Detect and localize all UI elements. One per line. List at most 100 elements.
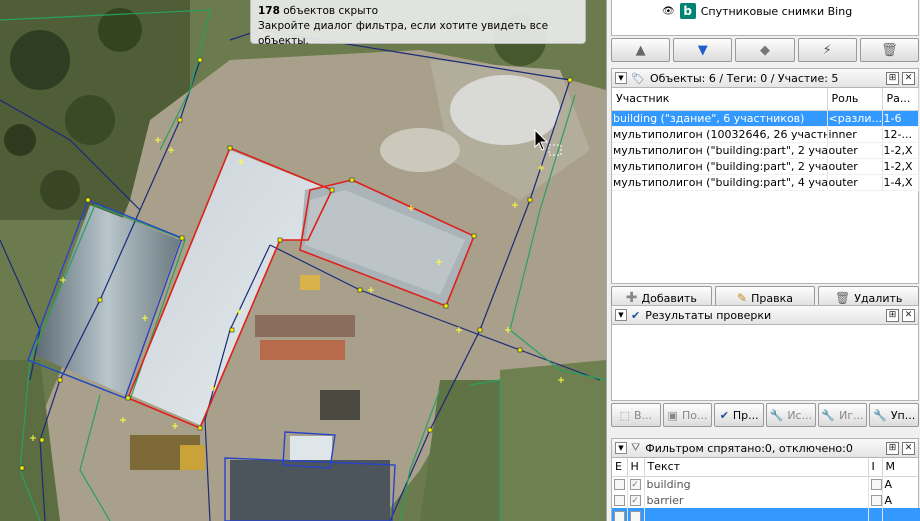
layers-list: 👁 b Спутниковые снимки Bing (611, 0, 919, 36)
close-icon[interactable]: ✕ (902, 308, 915, 322)
enabled-checkbox[interactable] (614, 511, 625, 521)
validate-icon: ✔ (719, 408, 729, 422)
table-row[interactable]: мультиполигон (10032646, 26 участни... i… (612, 126, 919, 143)
move-down-button[interactable]: ▼ (673, 38, 733, 62)
hidden-checkbox[interactable] (629, 511, 641, 521)
checkmark-icon: ✔ (631, 308, 641, 322)
column-header-inverse[interactable]: I (868, 458, 883, 477)
column-header-hidden[interactable]: H (627, 458, 645, 477)
dock-icon[interactable]: ⊞ (886, 71, 899, 85)
column-header-enabled[interactable]: E (612, 458, 628, 477)
sidebar: 👁 b Спутниковые снимки Bing ▲ ▼ ◆ ⚡ 🗑 ▼ … (606, 0, 920, 521)
table-row[interactable]: мультиполигон ("building:part", 2 участ.… (612, 142, 919, 159)
enabled-checkbox[interactable] (614, 495, 625, 506)
column-header-range[interactable]: Ра... (882, 88, 919, 111)
arrow-down-icon: ▼ (697, 42, 708, 58)
member-cell: мультиполигон ("building:part", 4 участ.… (612, 174, 828, 191)
wrench-icon: 🔧 (769, 408, 784, 422)
column-header-member[interactable]: Участник (612, 88, 828, 111)
bing-icon: b (679, 3, 696, 19)
hidden-checkbox[interactable] (629, 479, 641, 491)
filter-mode-cell: A (882, 476, 920, 492)
role-cell: outer (827, 158, 883, 175)
arrow-up-icon: ▲ (635, 42, 646, 58)
validation-panel-title: Результаты проверки (645, 308, 772, 322)
role-cell: inner (827, 126, 883, 143)
layer-label: Спутниковые снимки Bing (700, 4, 853, 18)
column-header-mode[interactable]: M (882, 458, 920, 477)
close-icon[interactable]: ✕ (902, 441, 915, 455)
member-cell: мультиполигон ("building:part", 2 участ.… (612, 158, 828, 175)
move-up-button[interactable]: ▲ (611, 38, 671, 62)
role-cell: outer (827, 142, 883, 159)
relation-panel-header[interactable]: ▼ 🏷 Объекты: 6 / Теги: 0 / Участие: 5 ⊞ … (611, 68, 919, 88)
inverse-checkbox[interactable] (870, 495, 881, 506)
layers-panel: 👁 b Спутниковые снимки Bing ▲ ▼ ◆ ⚡ 🗑 (611, 0, 920, 64)
visibility-button[interactable]: ⚡ (797, 38, 857, 62)
hidden-hint-text: Закройте диалог фильтра, если хотите уви… (258, 20, 549, 47)
zoom-button-label: По... (681, 408, 708, 422)
eye-icon[interactable]: 👁 (662, 6, 675, 17)
fix-button-label: Ис... (787, 408, 813, 422)
range-cell: 1-2,X (882, 142, 919, 159)
fix-button[interactable]: 🔧 Ис... (766, 403, 816, 427)
validate-button[interactable]: ✔ Пр... (714, 403, 765, 427)
enabled-checkbox[interactable] (614, 479, 625, 491)
member-cell: мультиполигон (10032646, 26 участни... (612, 126, 828, 143)
column-header-text[interactable]: Текст (644, 458, 869, 477)
zoom-button[interactable]: ▣ По... (662, 403, 713, 427)
merge-layer-button[interactable]: ◆ (735, 38, 795, 62)
filter-panel-title: Фильтром спрятано:0, отключено:0 (645, 441, 853, 455)
dock-icon[interactable]: ⊞ (886, 441, 899, 455)
collapse-icon[interactable]: ▼ (615, 72, 627, 84)
filter-funnel-icon: ⛛ (631, 441, 641, 454)
validation-panel-header[interactable]: ▼ ✔ Результаты проверки ⊞ ✕ (611, 305, 919, 325)
relation-panel: ▼ 🏷 Объекты: 6 / Теги: 0 / Участие: 5 ⊞ … (611, 68, 920, 312)
select-button[interactable]: ⬚ В... (611, 403, 661, 427)
table-row[interactable]: building ("здание", 6 участников) <разли… (612, 110, 919, 127)
close-icon[interactable]: ✕ (902, 71, 915, 85)
pencil-icon: ✎ (737, 291, 748, 305)
table-row[interactable]: мультиполигон ("building:part", 4 участ.… (612, 174, 919, 191)
dock-icon[interactable]: ⊞ (886, 308, 899, 322)
members-header-row: Участник Роль Ра... (612, 88, 919, 111)
wrench-icon: 🔧 (821, 408, 836, 422)
hidden-count: 178 (258, 5, 280, 17)
inverse-checkbox[interactable] (870, 479, 881, 491)
table-row[interactable] (612, 508, 920, 521)
hidden-objects-tooltip: 178 объектов скрыто Закройте диалог филь… (250, 0, 586, 47)
validation-results (611, 325, 919, 401)
ignore-button[interactable]: 🔧 Иг... (817, 403, 868, 427)
collapse-icon[interactable]: ▼ (615, 309, 627, 321)
hidden-checkbox[interactable] (629, 495, 641, 506)
member-cell: building ("здание", 6 участников) (612, 110, 828, 127)
delete-button-label: Удалить (854, 291, 903, 305)
delete-layer-button[interactable]: 🗑 (859, 38, 920, 62)
add-button-label: Добавить (641, 291, 697, 305)
select-button-label: В... (634, 408, 653, 422)
wrench-icon: 🔧 (873, 408, 887, 422)
validation-panel: ▼ ✔ Результаты проверки ⊞ ✕ ⬚ В... ▣ По...… (611, 305, 920, 429)
range-cell: 1-2,X (882, 158, 919, 175)
hidden-count-text: объектов скрыто (279, 5, 379, 17)
range-cell: 12-... (882, 126, 919, 143)
members-table-area: Участник Роль Ра... building ("здание", … (611, 88, 919, 284)
layer-row-bing[interactable]: 👁 b Спутниковые снимки Bing (662, 3, 852, 19)
collapse-icon[interactable]: ▼ (615, 442, 627, 454)
validate-button-label: Пр... (732, 408, 759, 422)
table-row[interactable]: мультиполигон ("building:part", 2 участ.… (612, 158, 919, 175)
manage-button[interactable]: 🔧 Уп... (869, 403, 920, 427)
manage-button-label: Уп... (890, 408, 916, 422)
members-table: Участник Роль Ра... building ("здание", … (612, 88, 919, 191)
table-row[interactable]: building A (612, 476, 920, 492)
ignore-button-label: Иг... (839, 408, 864, 422)
role-cell: <разли... (827, 110, 883, 127)
map-view[interactable]: 178 объектов скрыто Закройте диалог филь… (0, 0, 606, 521)
table-row[interactable]: barrier A (612, 492, 920, 508)
layers-toolbar: ▲ ▼ ◆ ⚡ 🗑 (611, 36, 920, 64)
member-cell: мультиполигон ("building:part", 2 участ.… (612, 142, 828, 159)
filter-panel-header[interactable]: ▼ ⛛ Фильтром спрятано:0, отключено:0 ⊞ ✕ (611, 438, 919, 458)
range-cell: 1-6 (882, 110, 919, 127)
column-header-role[interactable]: Роль (827, 88, 883, 111)
plus-icon: ✚ (625, 290, 638, 306)
